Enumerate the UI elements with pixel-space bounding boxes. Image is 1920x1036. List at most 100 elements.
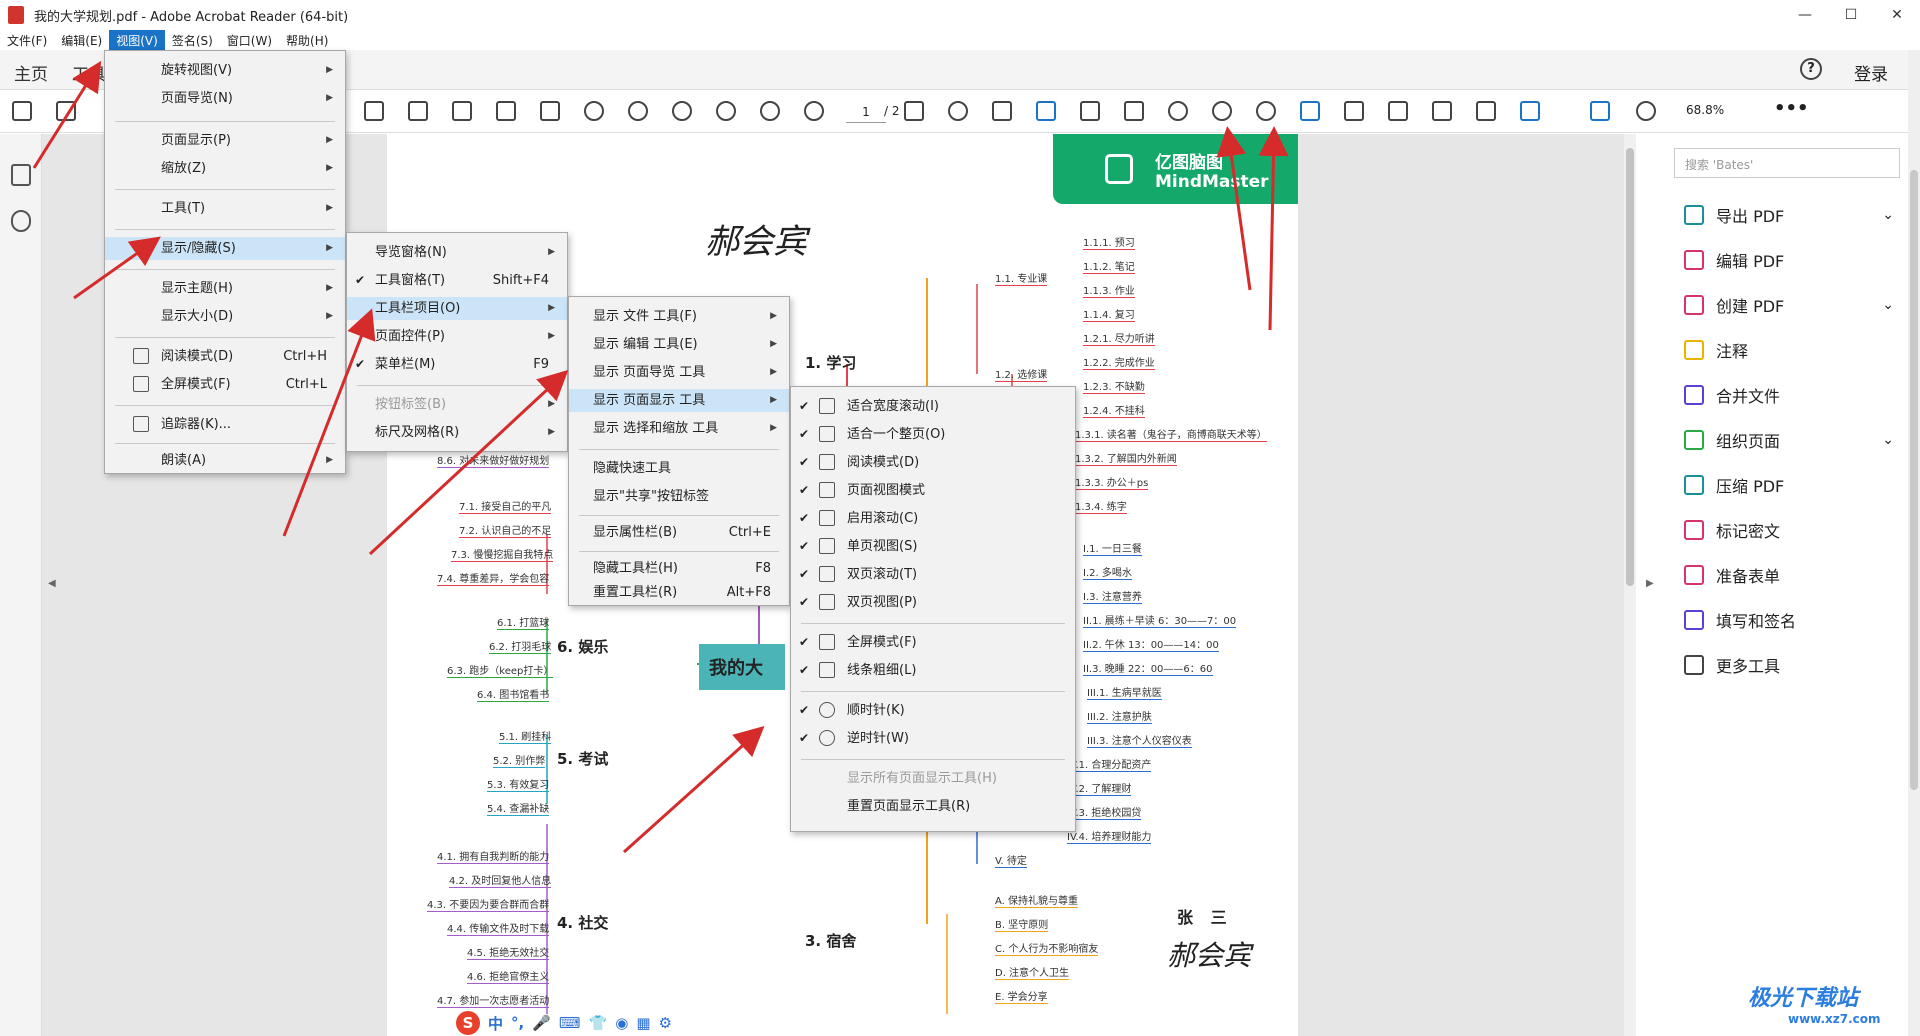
tool-prepare-form[interactable]: 准备表单 [1684, 560, 1894, 590]
tool-export-pdf[interactable]: 导出 PDF ⌄ [1684, 200, 1894, 230]
menu-help[interactable]: 帮助(H) [279, 30, 335, 50]
view-menu-tracker[interactable]: 追踪器(K)... [105, 413, 345, 436]
pd-show-all-tools[interactable]: 显示所有页面显示工具(H) [791, 767, 1075, 790]
tool-organize-pages[interactable]: 组织页面 ⌄ [1684, 425, 1894, 455]
collapse-right-icon[interactable]: ▶ [1646, 578, 1654, 589]
more-tools-button[interactable]: ••• [1774, 98, 1809, 119]
save-icon[interactable] [12, 101, 32, 121]
rotate-counterclockwise-icon[interactable] [1256, 101, 1276, 121]
ime-settings-icon[interactable]: ⚙ [659, 1014, 672, 1032]
menu-window[interactable]: 窗口(W) [220, 30, 279, 50]
pd-fit-width-scroll[interactable]: ✔ 适合宽度滚动(I) [791, 395, 1075, 418]
pd-fit-page[interactable]: ✔ 适合一个整页(O) [791, 423, 1075, 446]
menu-file[interactable]: 文件(F) [0, 30, 54, 50]
pd-line-weights[interactable]: ✔ 线条粗细(L) [791, 659, 1075, 682]
chevron-down-icon[interactable]: ⌄ [1882, 207, 1894, 223]
ime-voice-icon[interactable]: 🎤 [532, 1014, 551, 1032]
show-edit-tools[interactable]: 显示 编辑 工具(E) ▶ [569, 333, 789, 356]
tool-more-tools[interactable]: 更多工具 [1684, 650, 1894, 680]
login-link[interactable]: 登录 [1854, 60, 1888, 85]
forward-icon[interactable] [804, 101, 824, 121]
pd-rotate-clockwise[interactable]: ✔ 顺时针(K) [791, 699, 1075, 722]
sogou-ime-icon[interactable]: S [456, 1011, 480, 1035]
scrolling-icon[interactable] [1300, 101, 1320, 121]
view-menu-page-display[interactable]: 页面显示(P) ▶ [105, 129, 345, 152]
showhide-nav-panes[interactable]: 导览窗格(N) ▶ [347, 241, 567, 264]
ime-punctuation-icon[interactable]: °, [511, 1014, 524, 1032]
window-scrollbar[interactable] [1908, 50, 1920, 1036]
cut-icon[interactable] [364, 101, 384, 121]
tool-compress-pdf[interactable]: 压缩 PDF [1684, 470, 1894, 500]
hide-toolbars[interactable]: 隐藏工具栏(H) F8 [569, 557, 789, 580]
page-number-input[interactable]: 1 [846, 101, 886, 123]
pd-page-view-mode[interactable]: ✔ 页面视图模式 [791, 479, 1075, 502]
showhide-toolbar-items[interactable]: 工具栏项目(O) ▶ [347, 297, 567, 320]
zoom-out-icon[interactable] [948, 101, 968, 121]
show-select-zoom-tools[interactable]: 显示 选择和缩放 工具 ▶ [569, 417, 789, 440]
rotate-clockwise-icon[interactable] [1212, 101, 1232, 121]
reading-mode-icon[interactable] [1124, 101, 1144, 121]
show-file-tools[interactable]: 显示 文件 工具(F) ▶ [569, 305, 789, 328]
tools-search-input[interactable]: 搜索 'Bates' [1674, 148, 1900, 178]
next-page-down-icon[interactable] [672, 101, 692, 121]
line-weights-icon[interactable] [1520, 101, 1540, 121]
copy-icon[interactable] [408, 101, 428, 121]
tool-comment[interactable]: 注释 [1684, 335, 1894, 365]
view-menu-show-hide[interactable]: 显示/隐藏(S) ▶ [105, 237, 345, 260]
full-screen-icon[interactable] [1476, 101, 1496, 121]
menu-view[interactable]: 视图(V) [109, 30, 165, 50]
showhide-menu-bar[interactable]: ✔ 菜单栏(M) F9 [347, 353, 567, 376]
hand-tool-icon[interactable] [1636, 101, 1656, 121]
showhide-rulers-grids[interactable]: 标尺及网格(R) ▶ [347, 421, 567, 444]
hide-quick-tools[interactable]: 隐藏快速工具 [569, 457, 789, 480]
window-scroll-thumb[interactable] [1910, 170, 1918, 790]
show-page-nav-tools[interactable]: 显示 页面导览 工具 ▶ [569, 361, 789, 384]
pd-reading-mode[interactable]: ✔ 阅读模式(D) [791, 451, 1075, 474]
minimize-button[interactable]: — [1782, 0, 1828, 30]
pd-rotate-counterclockwise[interactable]: ✔ 逆时针(W) [791, 727, 1075, 750]
menu-edit[interactable]: 编辑(E) [54, 30, 109, 50]
pd-full-screen[interactable]: ✔ 全屏模式(F) [791, 631, 1075, 654]
pd-enable-scrolling[interactable]: ✔ 启用滚动(C) [791, 507, 1075, 530]
two-page-view-icon[interactable] [1432, 101, 1452, 121]
select-cursor-icon[interactable] [1590, 101, 1610, 121]
menu-sign[interactable]: 签名(S) [165, 30, 220, 50]
ime-skin-icon[interactable]: 👕 [589, 1014, 608, 1032]
tool-create-pdf[interactable]: 创建 PDF ⌄ [1684, 290, 1894, 320]
view-menu-display-size[interactable]: 显示大小(D) ▶ [105, 305, 345, 328]
single-page-icon[interactable] [1344, 101, 1364, 121]
tab-home[interactable]: 主页 [14, 60, 48, 85]
reset-toolbars[interactable]: 重置工具栏(R) Alt+F8 [569, 581, 789, 604]
clipboard-icon[interactable] [452, 101, 472, 121]
ime-keyboard-icon[interactable]: ⌨ [559, 1014, 581, 1032]
view-menu-theme[interactable]: 显示主题(H) ▶ [105, 277, 345, 300]
show-properties-bar[interactable]: 显示属性栏(B) Ctrl+E [569, 521, 789, 544]
fit-width-icon[interactable] [1080, 101, 1100, 121]
zoom-level[interactable]: 68.8% [1686, 103, 1724, 117]
find-icon[interactable] [1036, 101, 1056, 121]
view-menu-rotate[interactable]: 旋转视图(V) ▶ [105, 59, 345, 82]
last-page-icon[interactable] [716, 101, 736, 121]
help-icon[interactable]: ? [1800, 58, 1822, 80]
show-page-display-tools[interactable]: 显示 页面显示 工具 ▶ [569, 389, 789, 412]
two-page-scroll-icon[interactable] [1388, 101, 1408, 121]
page-thumbnails-icon[interactable] [11, 164, 31, 186]
columns-icon[interactable] [540, 101, 560, 121]
tab-tools[interactable]: 工具 [72, 60, 106, 85]
maximize-button[interactable]: ☐ [1828, 0, 1874, 30]
pd-two-page-scroll[interactable]: ✔ 双页滚动(T) [791, 563, 1075, 586]
ime-apps-icon[interactable]: ▦ [636, 1014, 650, 1032]
snapshot-icon[interactable] [496, 101, 516, 121]
view-menu-reading-mode[interactable]: 阅读模式(D) Ctrl+H [105, 345, 345, 368]
ime-chinese-toggle[interactable]: 中 [488, 1013, 503, 1034]
document-scrollbar[interactable] [1624, 134, 1636, 1036]
print-icon[interactable] [1168, 101, 1188, 121]
tool-fill-sign[interactable]: 填写和签名 [1684, 605, 1894, 635]
close-button[interactable]: ✕ [1874, 0, 1920, 30]
showhide-tools-pane[interactable]: ✔ 工具窗格(T) Shift+F4 [347, 269, 567, 292]
view-menu-page-nav[interactable]: 页面导览(N) ▶ [105, 87, 345, 110]
view-menu-zoom[interactable]: 缩放(Z) ▶ [105, 157, 345, 180]
chevron-down-icon[interactable]: ⌄ [1882, 432, 1894, 448]
back-icon[interactable] [760, 101, 780, 121]
bookmark-star-icon[interactable] [56, 101, 76, 121]
